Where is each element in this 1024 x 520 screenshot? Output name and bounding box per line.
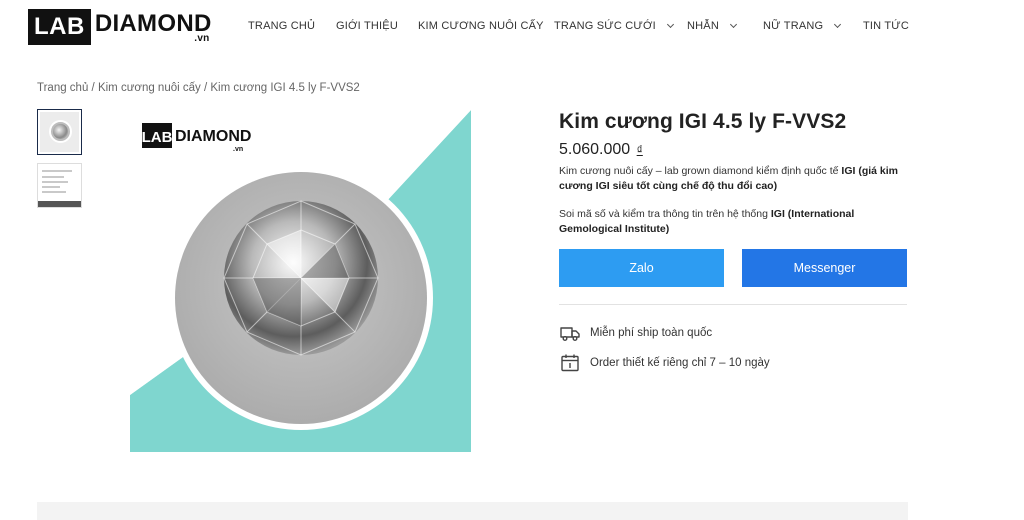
thumbnail-gem [53, 124, 68, 139]
certificate-line [42, 186, 60, 188]
feature-label: Miễn phí ship toàn quốc [590, 327, 713, 339]
nav-item-label: NHẪN [687, 20, 719, 32]
product-title: Kim cương IGI 4.5 ly F-VVS2 [559, 110, 847, 133]
zalo-button[interactable]: Zalo [559, 249, 724, 287]
nav-item-wedding-jewelry[interactable]: TRANG SỨC CƯỚI [554, 20, 674, 32]
thumbnail-image [40, 112, 79, 152]
nav-item-label: NỮ TRANG [763, 20, 824, 32]
main-nav: TRANG CHỦ GIỚI THIỆU KIM CƯƠNG NUÔI CẤY … [0, 0, 1024, 56]
breadcrumb-category[interactable]: Kim cương nuôi cấy [98, 82, 201, 94]
nav-item-news[interactable]: TIN TỨC [863, 20, 909, 32]
gallery-thumbnail-certificate[interactable] [37, 163, 82, 208]
nav-item-label: TRANG SỨC CƯỚI [554, 20, 656, 32]
certificate-line [42, 191, 66, 193]
breadcrumb-current: Kim cương IGI 4.5 ly F-VVS2 [210, 82, 360, 94]
nav-item-label: GIỚI THIỆU [336, 20, 398, 32]
certificate-line [42, 170, 72, 172]
chevron-down-icon [666, 20, 674, 29]
image-logo-suffix: .vn [233, 146, 243, 153]
content-section-band [37, 502, 908, 520]
nav-item-lab-diamond[interactable]: KIM CƯƠNG NUÔI CẤY [418, 20, 544, 32]
nav-item-label: KIM CƯƠNG NUÔI CẤY [418, 20, 544, 32]
divider [559, 304, 907, 305]
breadcrumb-home[interactable]: Trang chủ [37, 82, 88, 94]
nav-item-about[interactable]: GIỚI THIỆU [336, 20, 398, 32]
nav-item-jewelry[interactable]: NỮ TRANG [763, 20, 842, 32]
price-amount: 5.060.000 [559, 141, 631, 158]
certificate-line [42, 176, 64, 178]
diamond-image: LAB DIAMOND .vn [130, 110, 471, 452]
calendar-icon [561, 354, 579, 372]
breadcrumb: Trang chủ / Kim cương nuôi cấy / Kim cươ… [37, 82, 360, 94]
verification-text: Soi mã số và kiểm tra thông tin trên hệ … [559, 208, 771, 220]
breadcrumb-separator: / [88, 82, 98, 94]
description-text: Kim cương nuôi cấy – lab grown diamond k… [559, 165, 842, 177]
price-currency: ₫ [636, 143, 643, 157]
chevron-down-icon [729, 20, 738, 29]
product-description: Kim cương nuôi cấy – lab grown diamond k… [559, 164, 904, 194]
chevron-down-icon [834, 20, 842, 29]
product-verification-note: Soi mã số và kiểm tra thông tin trên hệ … [559, 207, 904, 237]
image-logo-lab: LAB [142, 129, 173, 146]
nav-item-rings[interactable]: NHẪN [687, 20, 738, 32]
certificate-line [42, 181, 68, 183]
breadcrumb-separator: / [200, 82, 211, 94]
truck-icon [560, 327, 580, 341]
nav-item-label: TRANG CHỦ [248, 20, 316, 32]
certificate-footer [38, 201, 81, 207]
image-logo-diamond: DIAMOND [175, 128, 251, 145]
nav-item-label: TIN TỨC [863, 20, 910, 32]
site-header: LAB DIAMOND .vn TRANG CHỦ GIỚI THIỆU KIM … [0, 0, 1024, 56]
feature-free-shipping: Miễn phí ship toàn quốc [559, 322, 712, 344]
nav-item-home[interactable]: TRANG CHỦ [248, 20, 315, 32]
feature-custom-order: Order thiết kế riêng chỉ 7 – 10 ngày [559, 352, 770, 374]
gallery-thumbnail-diamond[interactable] [37, 109, 82, 155]
product-price: 5.060.000 ₫ [559, 141, 643, 159]
product-main-image[interactable]: LAB DIAMOND .vn [130, 110, 471, 452]
feature-label: Order thiết kế riêng chỉ 7 – 10 ngày [590, 357, 770, 369]
messenger-button[interactable]: Messenger [742, 249, 907, 287]
